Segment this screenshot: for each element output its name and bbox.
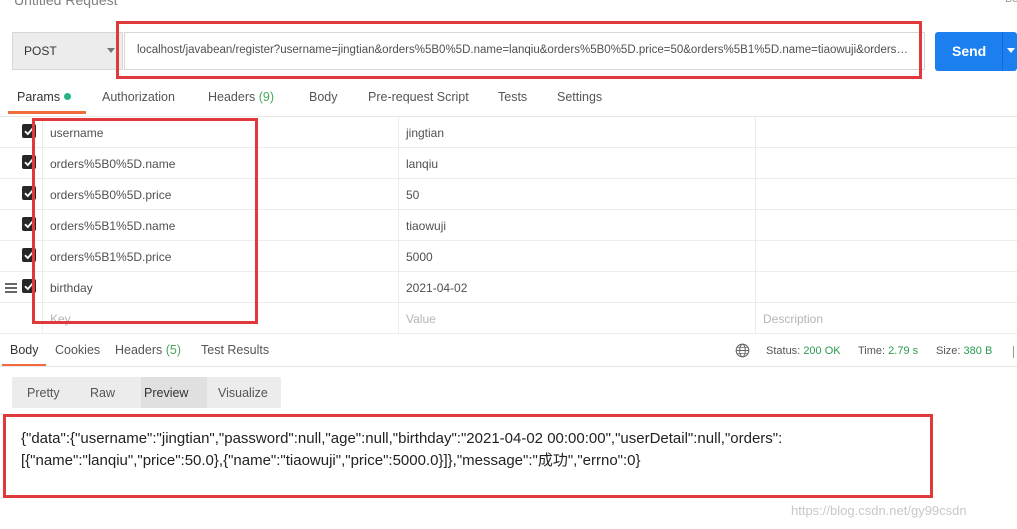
- view-tab-raw[interactable]: Raw: [90, 386, 115, 400]
- view-tab-visualize[interactable]: Visualize: [218, 386, 268, 400]
- tab-settings[interactable]: Settings: [557, 90, 602, 104]
- response-size: Size: 380 B: [936, 345, 992, 357]
- url-input[interactable]: localhost/javabean/register?username=jin…: [124, 32, 925, 70]
- response-tabs-divider: [0, 366, 1017, 367]
- table-row-new: Key Value Description: [0, 303, 1017, 334]
- param-value[interactable]: 50: [406, 188, 419, 202]
- param-key[interactable]: birthday: [50, 281, 93, 295]
- check-icon: [24, 127, 34, 136]
- size-label: Size:: [936, 345, 961, 357]
- tab-authorization[interactable]: Authorization: [102, 90, 175, 104]
- new-description-input[interactable]: Description: [763, 312, 823, 326]
- response-tab-headers-label: Headers: [115, 343, 163, 357]
- param-checkbox[interactable]: [22, 248, 36, 262]
- param-value[interactable]: jingtian: [406, 126, 444, 140]
- size-value: 380 B: [963, 345, 993, 357]
- table-row: orders%5B1%5D.name tiaowuji: [0, 210, 1017, 241]
- tab-headers-label: Headers: [208, 90, 256, 104]
- param-value[interactable]: tiaowuji: [406, 219, 446, 233]
- param-key[interactable]: orders%5B0%5D.name: [50, 157, 175, 171]
- check-icon: [24, 158, 34, 167]
- param-key[interactable]: orders%5B0%5D.price: [50, 188, 171, 202]
- request-title: Untitled Request: [14, 0, 118, 8]
- tab-headers-count: (9): [258, 90, 275, 104]
- globe-icon[interactable]: [735, 343, 750, 358]
- view-tab-pretty[interactable]: Pretty: [27, 386, 60, 400]
- view-tab-preview[interactable]: Preview: [144, 386, 188, 400]
- response-status: Status: 200 OK: [766, 345, 841, 357]
- time-value: 2.79 s: [888, 345, 919, 357]
- check-icon: [24, 251, 34, 260]
- new-value-input[interactable]: Value: [406, 312, 436, 326]
- tab-prerequest-script[interactable]: Pre-request Script: [368, 90, 469, 104]
- param-key[interactable]: orders%5B1%5D.name: [50, 219, 175, 233]
- response-tab-headers[interactable]: Headers (5): [115, 343, 181, 357]
- param-value[interactable]: 2021-04-02: [406, 281, 467, 295]
- tab-body[interactable]: Body: [309, 90, 338, 104]
- response-view-tabs: Pretty Raw Preview Visualize: [12, 377, 281, 408]
- method-select[interactable]: POST: [12, 32, 123, 70]
- param-value[interactable]: 5000: [406, 250, 433, 264]
- response-tab-headers-count: (5): [165, 343, 182, 357]
- param-checkbox[interactable]: [22, 186, 36, 200]
- table-row: username jingtian: [0, 117, 1017, 148]
- send-label: Send: [952, 43, 987, 59]
- param-key[interactable]: username: [50, 126, 103, 140]
- table-row: orders%5B1%5D.price 5000: [0, 241, 1017, 272]
- tab-tests[interactable]: Tests: [498, 90, 527, 104]
- response-menu-icon[interactable]: [1013, 346, 1014, 358]
- response-tab-test-results[interactable]: Test Results: [201, 343, 269, 357]
- chevron-down-icon[interactable]: [1007, 48, 1015, 53]
- send-divider: [1002, 32, 1003, 71]
- tab-params-label: Params: [17, 90, 61, 104]
- url-text: localhost/javabean/register?username=jin…: [137, 44, 915, 56]
- params-active-dot-icon: [64, 93, 72, 100]
- drag-handle-icon[interactable]: [5, 283, 17, 293]
- param-key[interactable]: orders%5B1%5D.price: [50, 250, 171, 264]
- time-label: Time:: [858, 345, 886, 357]
- tab-params[interactable]: Params: [17, 90, 72, 104]
- response-time: Time: 2.79 s: [858, 345, 918, 357]
- param-checkbox[interactable]: [22, 124, 36, 138]
- response-tab-cookies[interactable]: Cookies: [55, 343, 100, 357]
- param-checkbox[interactable]: [22, 279, 36, 293]
- check-icon: [24, 282, 34, 291]
- method-label: POST: [24, 44, 57, 58]
- status-value: 200 OK: [803, 345, 841, 357]
- watermark: https://blog.csdn.net/gy99csdn: [791, 503, 967, 518]
- param-checkbox[interactable]: [22, 217, 36, 231]
- title-right-text: Bo: [1005, 0, 1017, 5]
- table-row: birthday 2021-04-02: [0, 272, 1017, 303]
- send-button[interactable]: Send: [935, 32, 1017, 71]
- active-tab-underline: [8, 111, 86, 114]
- status-label: Status:: [766, 345, 801, 357]
- chevron-down-icon: [107, 48, 115, 53]
- response-body-text: {"data":{"username":"jingtian","password…: [21, 430, 783, 469]
- table-row: orders%5B0%5D.name lanqiu: [0, 148, 1017, 179]
- param-checkbox[interactable]: [22, 155, 36, 169]
- new-key-input[interactable]: Key: [50, 312, 71, 326]
- tab-headers[interactable]: Headers (9): [208, 90, 274, 104]
- param-value[interactable]: lanqiu: [406, 157, 438, 171]
- table-row: orders%5B0%5D.price 50: [0, 179, 1017, 210]
- check-icon: [24, 189, 34, 198]
- check-icon: [24, 220, 34, 229]
- response-tab-body[interactable]: Body: [10, 343, 39, 357]
